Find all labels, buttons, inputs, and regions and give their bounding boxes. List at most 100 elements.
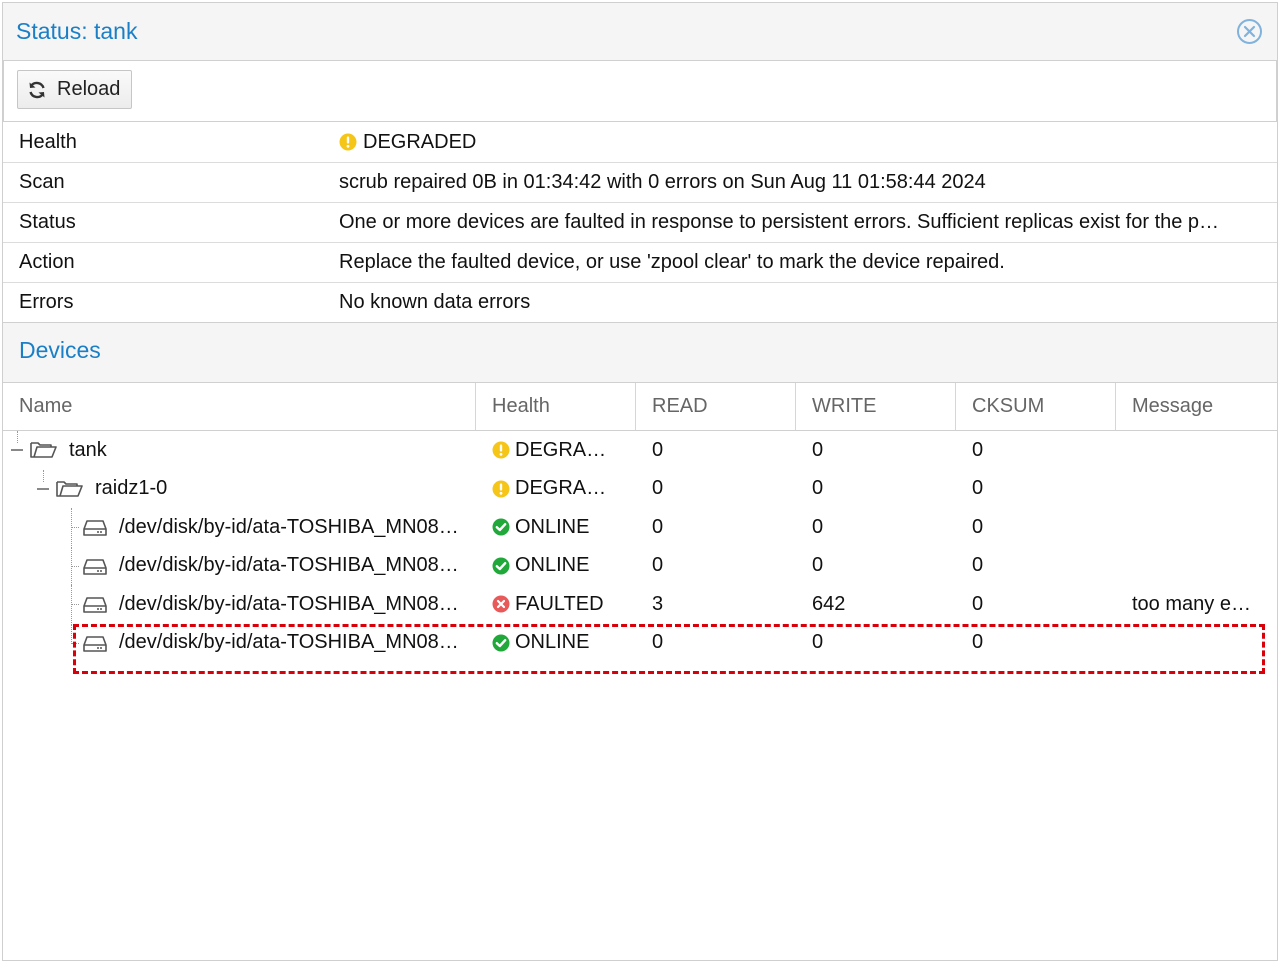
device-message-cell	[1116, 547, 1277, 586]
device-message-cell	[1116, 508, 1277, 547]
device-write-errors: 0	[812, 438, 824, 461]
tree-collapse-toggle[interactable]	[11, 449, 23, 451]
device-row[interactable]: /dev/disk/by-id/ata-TOSHIBA_MN08… ONLINE 0…	[3, 623, 1277, 663]
device-name: /dev/disk/by-id/ata-TOSHIBA_MN08…	[119, 554, 459, 577]
device-name: /dev/disk/by-id/ata-TOSHIBA_MN08…	[119, 592, 459, 615]
device-read-errors: 0	[652, 438, 664, 461]
health-value: DEGRADED	[363, 130, 477, 153]
device-write-errors: 0	[812, 515, 824, 538]
zfs-status-window: Status: tank Reload Health DEGRADED Scan…	[2, 2, 1278, 961]
tree-line	[43, 469, 44, 482]
device-write-errors: 642	[812, 592, 846, 615]
column-header-health[interactable]: Health	[476, 383, 636, 430]
column-header-write[interactable]: WRITE	[796, 383, 956, 430]
property-key: Scan	[19, 171, 65, 193]
device-health: ONLINE	[515, 631, 590, 654]
column-header-read[interactable]: READ	[636, 383, 796, 430]
device-read-errors: 3	[652, 592, 664, 615]
hard-disk-icon	[83, 597, 107, 613]
device-health-cell: ONLINE	[476, 547, 636, 586]
folder-open-icon	[56, 480, 83, 497]
folder-open-icon	[30, 442, 57, 458]
device-name-cell: /dev/disk/by-id/ata-TOSHIBA_MN08…	[3, 623, 476, 663]
tree-line	[71, 565, 79, 567]
device-name-cell: /dev/disk/by-id/ata-TOSHIBA_MN08…	[3, 508, 476, 547]
warning-icon	[339, 133, 357, 151]
tree-line	[71, 527, 79, 528]
device-read-errors-cell: 0	[636, 547, 796, 586]
device-read-errors-cell: 0	[636, 508, 796, 547]
device-health: FAULTED	[515, 592, 604, 615]
device-cksum-errors: 0	[972, 477, 984, 500]
device-write-errors-cell: 642	[796, 585, 956, 624]
column-header-cksum[interactable]: CKSUM	[956, 383, 1116, 430]
device-cksum-errors-cell: 0	[956, 431, 1116, 470]
device-row[interactable]: /dev/disk/by-id/ata-TOSHIBA_MN08… FAULTED…	[3, 585, 1277, 624]
device-cksum-errors: 0	[972, 515, 984, 538]
tree-line	[17, 431, 18, 443]
device-message-cell	[1116, 624, 1277, 663]
hard-disk-icon	[83, 635, 107, 652]
tree-collapse-toggle[interactable]	[37, 487, 49, 490]
device-health: DEGRA…	[515, 477, 607, 500]
warning-icon	[492, 441, 510, 459]
pool-properties: Health DEGRADED Scan scrub repaired 0B i…	[3, 122, 1277, 323]
device-cksum-errors-cell: 0	[956, 585, 1116, 624]
property-row-status: Status One or more devices are faulted i…	[3, 202, 1277, 242]
property-value: scrub repaired 0B in 01:34:42 with 0 err…	[339, 171, 986, 193]
column-header-message[interactable]: Message	[1116, 383, 1277, 430]
device-write-errors-cell: 0	[796, 624, 956, 663]
device-health-cell: DEGRA…	[476, 470, 636, 509]
device-health-cell: ONLINE	[476, 624, 636, 663]
device-name-cell: tank	[3, 431, 476, 470]
warning-icon	[492, 480, 510, 498]
device-name: /dev/disk/by-id/ata-TOSHIBA_MN08…	[119, 631, 459, 654]
device-read-errors-cell: 0	[636, 624, 796, 663]
device-row[interactable]: raidz1-0 DEGRA… 0 0 0	[3, 469, 1277, 509]
device-name: /dev/disk/by-id/ata-TOSHIBA_MN08…	[119, 515, 459, 538]
device-read-errors: 0	[652, 515, 664, 538]
device-read-errors-cell: 3	[636, 585, 796, 624]
devices-section-title: Devices	[19, 337, 101, 363]
device-cksum-errors: 0	[972, 438, 984, 461]
property-value: Replace the faulted device, or use 'zpoo…	[339, 251, 1005, 273]
device-cksum-errors: 0	[972, 631, 984, 654]
reload-button[interactable]: Reload	[17, 70, 132, 109]
property-value: No known data errors	[339, 291, 531, 313]
property-key: Health	[19, 130, 77, 153]
property-key: Action	[19, 251, 75, 273]
device-read-errors-cell: 0	[636, 431, 796, 470]
tree-line	[71, 642, 79, 644]
device-write-errors: 0	[812, 477, 824, 500]
device-cksum-errors-cell: 0	[956, 470, 1116, 509]
hard-disk-icon	[83, 558, 107, 575]
check-circle-icon	[492, 518, 510, 536]
device-message-cell: too many e…	[1116, 585, 1277, 624]
refresh-icon	[29, 81, 45, 98]
close-icon[interactable]	[1236, 18, 1263, 45]
check-circle-icon	[492, 557, 510, 575]
device-write-errors-cell: 0	[796, 431, 956, 470]
window-title: Status: tank	[16, 18, 138, 44]
devices-section-header: Devices	[3, 323, 1277, 383]
device-row[interactable]: /dev/disk/by-id/ata-TOSHIBA_MN08… ONLINE 0…	[3, 546, 1277, 586]
tree-line	[71, 604, 79, 605]
device-name-cell: /dev/disk/by-id/ata-TOSHIBA_MN08…	[3, 546, 476, 586]
device-name-cell: /dev/disk/by-id/ata-TOSHIBA_MN08…	[3, 585, 476, 624]
device-write-errors: 0	[812, 554, 824, 577]
device-cksum-errors: 0	[972, 554, 984, 577]
property-row-action: Action Replace the faulted device, or us…	[3, 242, 1277, 282]
device-read-errors-cell: 0	[636, 470, 796, 509]
device-message-cell	[1116, 470, 1277, 509]
hard-disk-icon	[83, 520, 107, 536]
property-key: Errors	[19, 291, 74, 313]
property-row-errors: Errors No known data errors	[3, 282, 1277, 322]
device-cksum-errors: 0	[972, 592, 984, 615]
device-write-errors-cell: 0	[796, 470, 956, 509]
device-row[interactable]: tank DEGRA… 0 0 0	[3, 431, 1277, 470]
device-row[interactable]: /dev/disk/by-id/ata-TOSHIBA_MN08… ONLINE 0…	[3, 508, 1277, 547]
device-health-cell: FAULTED	[476, 585, 636, 624]
device-message-cell	[1116, 431, 1277, 470]
device-cksum-errors-cell: 0	[956, 624, 1116, 663]
column-header-name[interactable]: Name	[3, 383, 476, 430]
